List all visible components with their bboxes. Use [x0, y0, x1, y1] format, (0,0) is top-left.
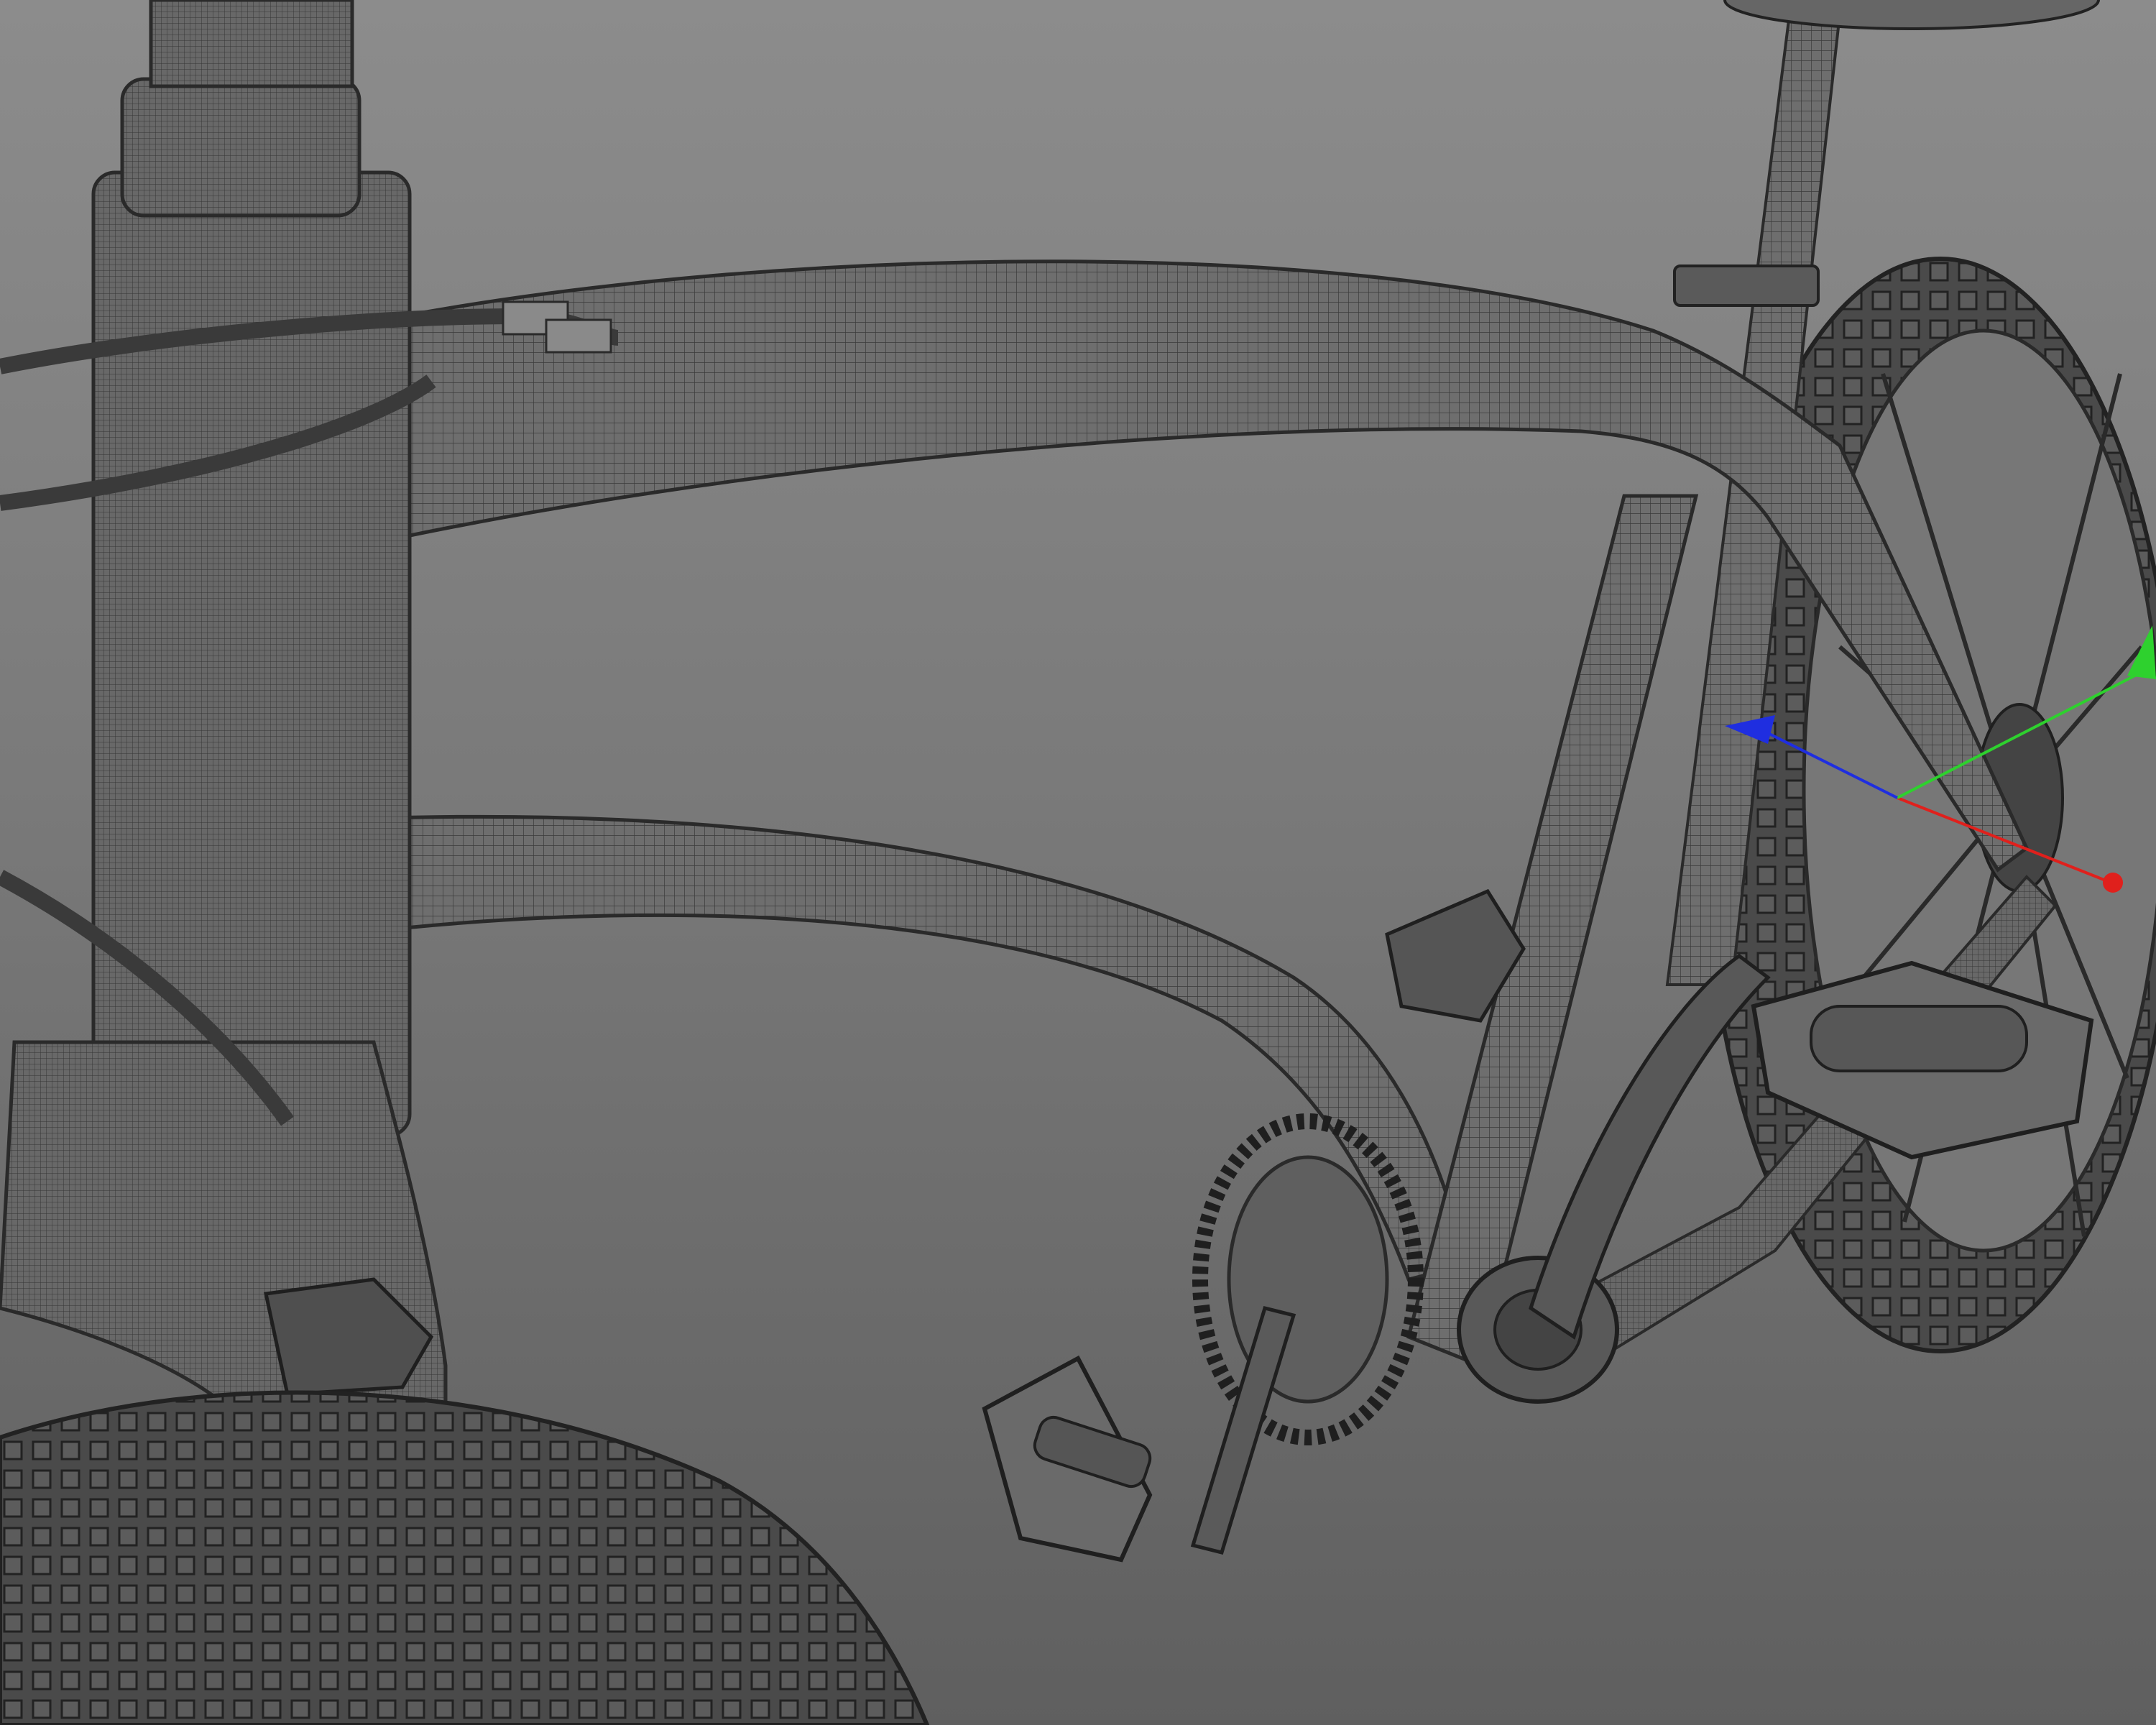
seat-clamp[interactable]: [1673, 264, 1820, 307]
saddle[interactable]: [1723, 0, 2100, 30]
x-axis-handle[interactable]: [2103, 873, 2123, 893]
front-tire[interactable]: [0, 1390, 930, 1725]
left-pedal[interactable]: [982, 1355, 1153, 1563]
stem: [149, 0, 354, 88]
wireframe-scene[interactable]: [0, 0, 2156, 1725]
chainring[interactable]: [1192, 1113, 1424, 1445]
headset: [120, 77, 361, 218]
3d-viewport[interactable]: [0, 0, 2156, 1725]
